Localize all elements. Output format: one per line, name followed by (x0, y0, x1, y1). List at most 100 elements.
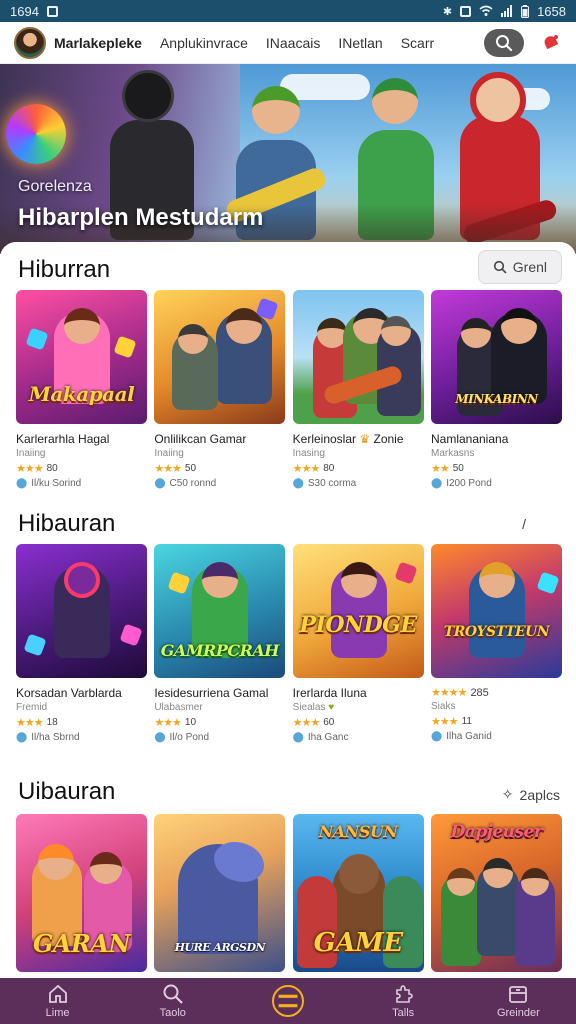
game-logo-text-top: NANSUN (318, 822, 398, 841)
nav-home[interactable]: Lime (23, 983, 93, 1019)
sparkle-icon: ✧ (501, 786, 514, 802)
avatar[interactable] (14, 26, 46, 59)
nav-tools-label: Talls (392, 1007, 415, 1019)
search-button[interactable] (484, 28, 524, 57)
game-thumbnail: PIONDGE (292, 544, 424, 678)
game-logo-text: MINKABINN (455, 392, 538, 406)
hero-banner[interactable]: Gorelenza Hibarplen Mestudarm (0, 64, 576, 254)
nav-tools[interactable]: Talls (368, 983, 438, 1019)
game-downloads: ⬤ Il/ku Sorind (16, 478, 147, 489)
game-thumbnail: TROYSTTEUN (430, 544, 562, 678)
gem-icon (113, 335, 137, 359)
section-action-label: 2aplcs (519, 786, 560, 803)
game-card[interactable]: NANSUN GAME (292, 814, 424, 972)
game-rating: ★★ 50 (431, 462, 562, 475)
star-icons: ★★★ (154, 717, 182, 729)
crown-icon: ♛ (359, 432, 371, 446)
notification-square-icon (46, 5, 58, 17)
game-title: Iesidesurriena Gamal (154, 686, 269, 700)
download-count: S30 corma (307, 478, 357, 489)
character-head (500, 308, 537, 344)
game-genre: Inasing (292, 448, 325, 459)
game-rating: ★★★ 80 (293, 462, 424, 475)
section-title: Uibauran (18, 778, 116, 805)
content-sheet: Hiburran Grenl Makapaal Karlerarhla Haga… (0, 242, 576, 978)
game-downloads: ⬤ C50 ronnd (154, 478, 285, 489)
game-card[interactable]: HURE ARGSDN (154, 814, 286, 972)
game-thumbnail (154, 290, 286, 424)
game-logo-text: GAMRPCRAH (160, 641, 280, 660)
game-title-text: Kerleinoslar (292, 432, 357, 446)
download-icon: ⬤ (154, 478, 166, 489)
rating-value: 50 (184, 463, 197, 474)
game-downloads: ⬤ I200 Pond (431, 478, 562, 489)
nav-link-4[interactable]: Scarr (401, 35, 434, 51)
game-logo-text: GAME (313, 928, 403, 958)
section-more-button[interactable]: / (522, 516, 526, 532)
download-count: Ilha Ganid (446, 731, 492, 742)
download-count: Il/ha Sbrnd (31, 732, 80, 743)
game-card[interactable]: GAMRPCRAH Iesidesurriena Gamal Ulabasmer… (154, 544, 286, 743)
battery-icon (521, 4, 530, 18)
star-icons: ★★★ (16, 717, 44, 729)
game-card[interactable]: TROYSTTEUN ★★★★ 285 Siaks ★★★ 11 ⬤ Ilha Gan… (430, 544, 562, 743)
hero-title: Hibarplen Mestudarm (18, 204, 264, 231)
game-title: Kerleinoslar ♛ Zonie (293, 432, 424, 446)
nav-link-2[interactable]: INaacais (266, 35, 320, 51)
game-thumbnail: HURE ARGSDN (154, 814, 286, 972)
nav-menu[interactable] (253, 985, 323, 1017)
character-head (338, 854, 379, 894)
gem-icon (167, 571, 191, 595)
nav-link-1[interactable]: Anplukinvrace (160, 35, 248, 51)
notification-button[interactable] (540, 32, 562, 54)
game-card[interactable]: Dapjeuser (430, 814, 562, 972)
game-card[interactable]: Korsadan Varblarda Fremid ★★★ 18 ⬤ Il/ha S… (16, 544, 147, 743)
game-thumbnail (16, 544, 147, 678)
rating-value: 285 (470, 686, 489, 699)
home-icon (48, 984, 67, 1003)
hero-character-head (252, 86, 300, 134)
gem-icon (119, 623, 143, 647)
nav-archive[interactable]: Greinder (483, 983, 553, 1019)
brand-name[interactable]: Marlakepleke (54, 35, 142, 51)
download-icon: ⬤ (430, 478, 443, 489)
gem-icon (25, 327, 49, 351)
nav-search[interactable]: Taolo (138, 983, 208, 1019)
nav-link-3[interactable]: INetlan (338, 35, 382, 51)
game-card[interactable]: Makapaal Karlerarhla Hagal Inaiing ★★★ 80… (16, 290, 147, 489)
star-icons: ★★ (430, 463, 450, 475)
game-downloads: ⬤ S30 corma (293, 478, 424, 489)
game-card[interactable]: Onlilikcan Gamar Inaiing ★★★ 50 ⬤ C50 ronn… (154, 290, 286, 489)
hero-subtitle: Gorelenza (18, 178, 92, 195)
game-card[interactable]: MINKABINN Namlananiana Markasns ★★ 50 ⬤ I2… (430, 290, 562, 489)
status-time-left: 1694 (10, 3, 39, 19)
download-count: Iha Ganc (307, 732, 349, 743)
search-icon (163, 984, 183, 1004)
character-head (340, 562, 377, 598)
status-time-right: 1658 (537, 3, 566, 19)
game-card[interactable]: Kerleinoslar ♛ Zonie Inasing ★★★ 80 ⬤ S30 … (292, 290, 424, 489)
section-search-button[interactable]: Grenl (477, 250, 562, 284)
game-rating-secondary: ★★★ 11 (431, 715, 562, 728)
game-genre: Siealas ♥ (293, 702, 424, 713)
bottom-nav: Lime Taolo Talls Greinder (0, 978, 576, 1024)
download-count: Il/o Pond (169, 732, 210, 743)
game-card[interactable]: GARAN (16, 814, 147, 972)
game-genre: Ulabasmer (154, 702, 203, 713)
star-icons: ★★★ (430, 716, 459, 728)
character-head (64, 308, 100, 344)
game-downloads: ⬤ Il/ha Sbrnd (16, 732, 147, 743)
nav-search-label: Taolo (159, 1007, 186, 1019)
character-head (478, 562, 515, 598)
app-header: Marlakepleke Anplukinvrace INaacais INet… (0, 22, 576, 64)
game-card[interactable]: PIONDGE Irerlarda Iluna Siealas ♥ ★★★ 60 … (292, 544, 424, 743)
game-thumbnail: NANSUN GAME (292, 814, 424, 972)
game-genre: Fremid (16, 702, 48, 713)
section-more-button[interactable]: ✧ 2aplcs (502, 786, 560, 803)
game-row: GARAN HURE ARGSDN NANSUN GAME Dapjeuser (16, 814, 562, 972)
game-genre: Siaks (430, 701, 456, 712)
star-icons: ★★★★ (430, 687, 467, 699)
leaf-icon: ♥ (328, 702, 335, 713)
hero-character-head (122, 70, 174, 122)
wifi-icon (479, 5, 493, 16)
